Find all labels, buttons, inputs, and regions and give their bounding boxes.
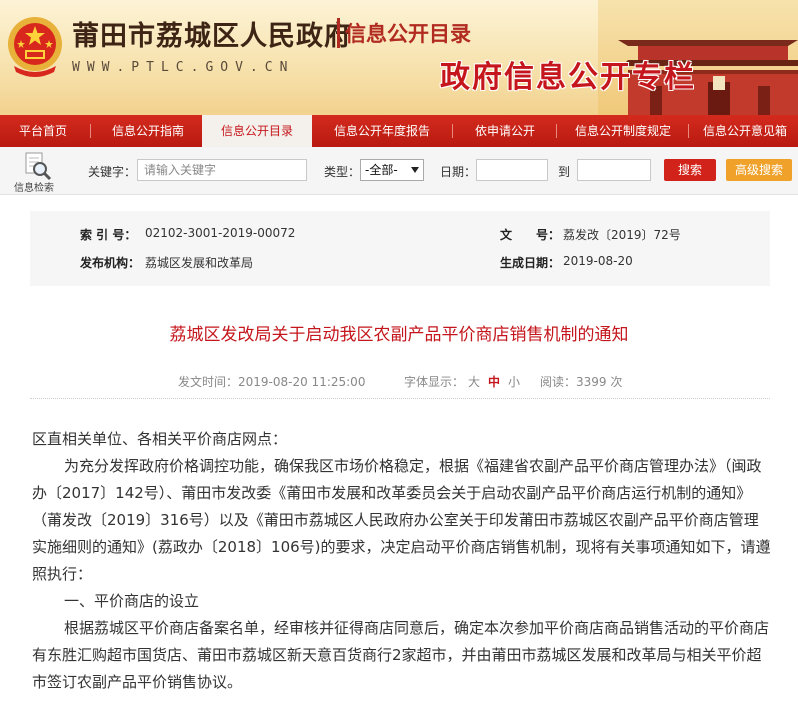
font-size-label: 字体显示： xyxy=(404,375,465,389)
index-number-value: 02102-3001-2019-00072 xyxy=(145,226,296,240)
article-title: 荔城区发改局关于启动我区农副产品平价商店销售机制的通知 xyxy=(169,325,629,345)
national-emblem-icon xyxy=(8,17,62,77)
keyword-label: 关键字： xyxy=(88,165,137,179)
main-nav: 平台首页 信息公开指南 信息公开目录 信息公开年度报告 依申请公开 信息公开制度… xyxy=(0,115,798,147)
nav-item-annual-report[interactable]: 信息公开年度报告 xyxy=(318,115,446,147)
nav-item-regulations[interactable]: 信息公开制度规定 xyxy=(562,115,684,147)
nav-separator xyxy=(452,124,453,138)
paragraph: 为充分发挥政府价格调控功能，确保我区市场价格稳定，根据《福建省农副产品平价商店管… xyxy=(32,457,771,583)
date-from-input[interactable] xyxy=(476,159,548,181)
nav-item-catalog[interactable]: 信息公开目录 xyxy=(202,115,312,147)
document-number-label: 文 号： xyxy=(500,228,561,242)
slogan: 政府信息公开专栏 xyxy=(440,60,696,95)
publishing-org-value: 荔城区发展和改革局 xyxy=(145,256,254,270)
chevron-down-icon xyxy=(411,167,419,173)
site-header: 莆田市荔城区人民政府 信息公开目录 WWW.PTLC.GOV.CN 政府信息公开… xyxy=(0,0,798,115)
font-size-control: 字体显示：大中小 xyxy=(404,373,524,390)
generated-date-label: 生成日期： xyxy=(500,256,561,270)
type-label: 类型： xyxy=(324,165,361,179)
nav-item-application[interactable]: 依申请公开 xyxy=(458,115,552,147)
document-meta: 索 引 号： 02102-3001-2019-00072 文 号： 荔发改〔20… xyxy=(30,211,770,286)
nav-item-feedback[interactable]: 信息公开意见箱 xyxy=(694,115,796,147)
divider xyxy=(30,398,770,399)
nav-item-guide[interactable]: 信息公开指南 xyxy=(98,115,198,147)
nav-separator xyxy=(90,124,91,138)
advanced-search-button[interactable]: 高级搜索 xyxy=(726,159,792,181)
publishing-org-label: 发布机构： xyxy=(80,256,141,270)
view-count: 阅读：3399 次 xyxy=(540,375,623,389)
publish-time: 发文时间：2019-08-20 11:25:00 xyxy=(178,375,366,389)
search-icon-label: 信息检索 xyxy=(14,183,54,194)
section-heading: 一、平价商店的设立 xyxy=(64,592,200,610)
search-button[interactable]: 搜索 xyxy=(664,159,716,181)
nav-item-home[interactable]: 平台首页 xyxy=(4,115,82,147)
title-divider xyxy=(337,18,340,48)
generated-date-value: 2019-08-20 xyxy=(563,254,633,268)
site-url: WWW.PTLC.GOV.CN xyxy=(72,60,295,75)
date-label: 日期： xyxy=(440,165,477,179)
article-body: 区直相关单位、各相关平价商店网点： 为充分发挥政府价格调控功能，确保我区市场价格… xyxy=(32,426,772,696)
document-number-value: 荔发改〔2019〕72号 xyxy=(563,228,681,242)
font-large-option[interactable]: 大 xyxy=(468,375,480,389)
type-select[interactable]: -全部- xyxy=(360,159,424,181)
nav-separator xyxy=(688,124,689,138)
keyword-input[interactable] xyxy=(137,159,307,181)
page-root: 莆田市荔城区人民政府 信息公开目录 WWW.PTLC.GOV.CN 政府信息公开… xyxy=(0,0,798,725)
catalog-title: 信息公开目录 xyxy=(345,22,471,46)
search-bar: 信息检索 关键字： 类型： -全部- 日期： 到 搜索 高级搜索 xyxy=(0,147,798,195)
type-select-value: -全部- xyxy=(365,163,398,177)
salutation: 区直相关单位、各相关平价商店网点： xyxy=(32,430,288,448)
paragraph: 根据荔城区平价商店备案名单，经审核并征得商店同意后，确定本次参加平价商店商品销售… xyxy=(32,619,770,691)
date-to-label: 到 xyxy=(558,165,571,179)
font-small-option[interactable]: 小 xyxy=(508,375,520,389)
font-medium-option[interactable]: 中 xyxy=(488,375,500,389)
nav-separator xyxy=(556,124,557,138)
date-to-input[interactable] xyxy=(577,159,651,181)
site-title: 莆田市荔城区人民政府 xyxy=(72,21,352,52)
index-number-label: 索 引 号： xyxy=(80,228,137,242)
